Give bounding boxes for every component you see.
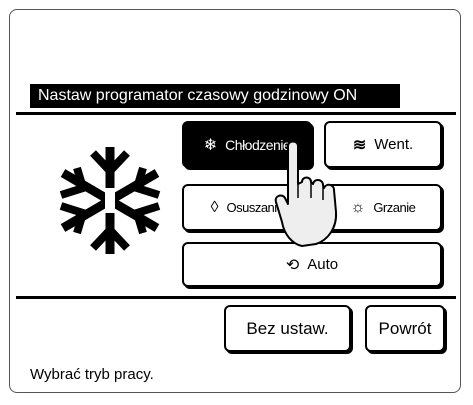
back-button[interactable]: Powrót [365, 305, 445, 352]
mode-label-heat: Grzanie [373, 200, 416, 215]
status-text: Wybrać tryb pracy. [30, 366, 154, 383]
cooling-mode-large-icon [59, 147, 161, 254]
mode-label-auto: Auto [307, 256, 339, 273]
page-title: Nastaw programator czasowy godzinowy ON [30, 84, 400, 108]
auto-icon: ⟲ [285, 256, 300, 274]
pointing-hand-icon [274, 140, 338, 247]
fan-icon: ≋ [352, 136, 367, 154]
header-divider [16, 112, 456, 115]
reset-button[interactable]: Bez ustaw. [224, 305, 351, 352]
footer-divider [16, 296, 456, 299]
drop-icon: ◊ [210, 198, 219, 216]
sun-icon: ☼ [350, 198, 366, 216]
mode-label-fan: Went. [374, 136, 414, 153]
snowflake-icon: ❄ [203, 136, 218, 154]
